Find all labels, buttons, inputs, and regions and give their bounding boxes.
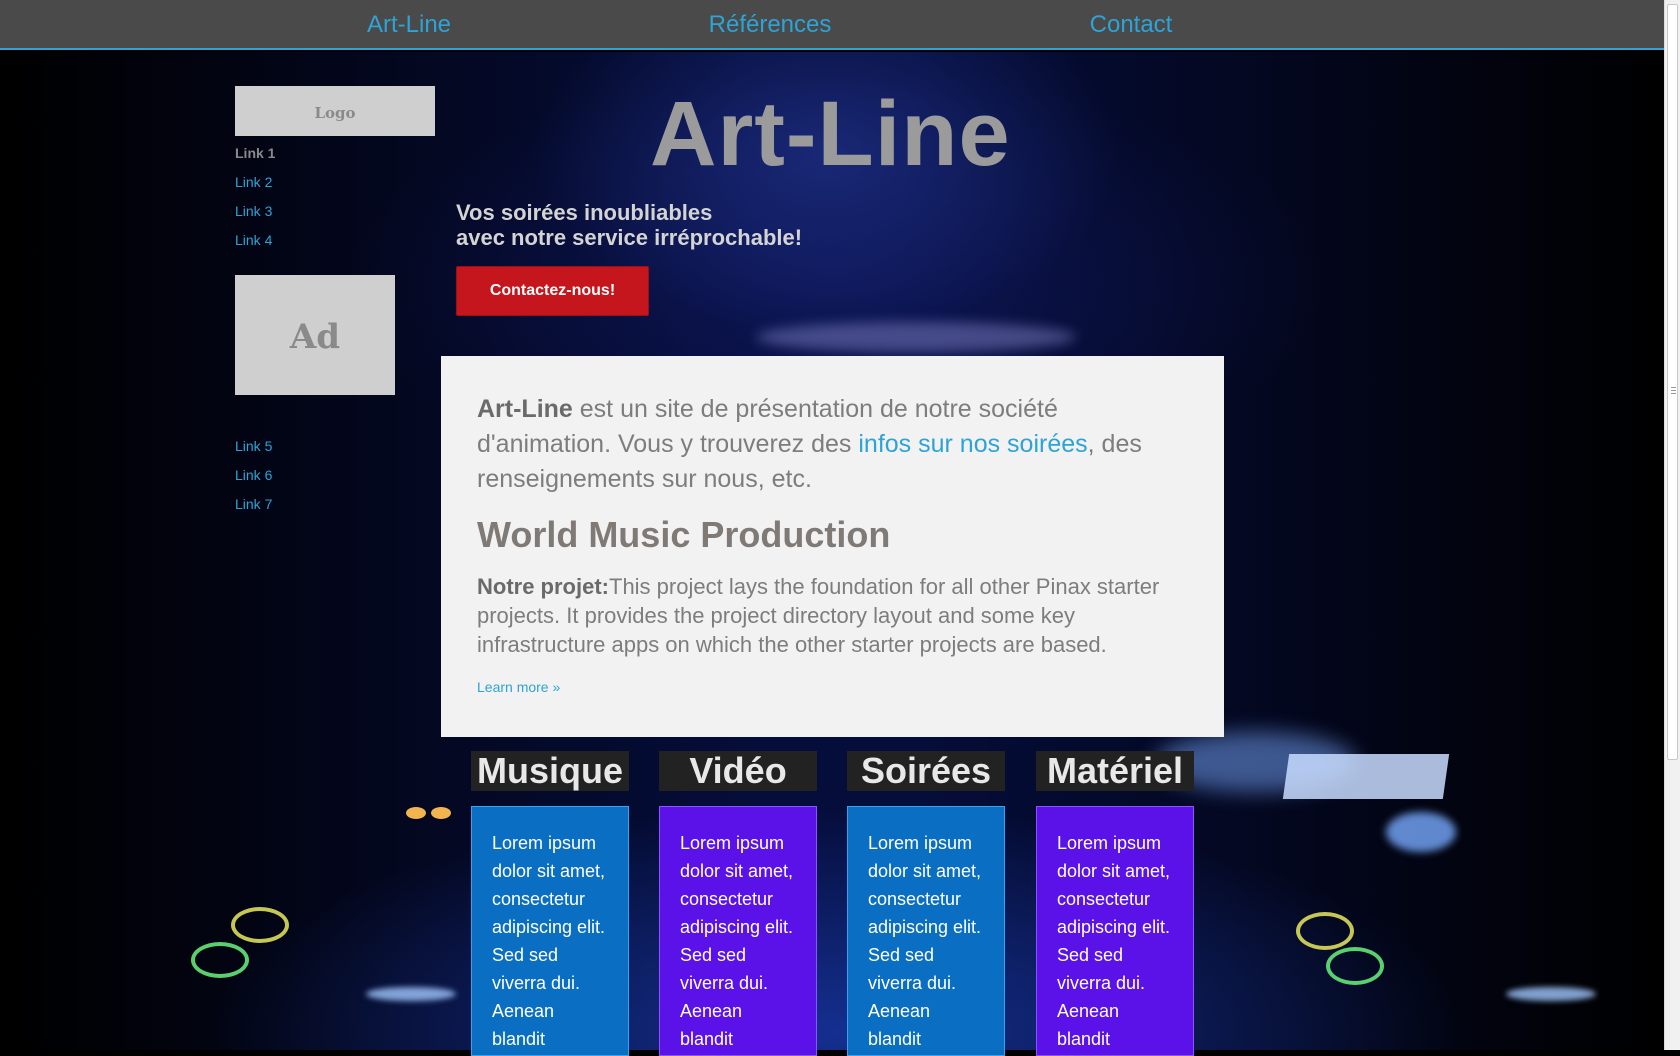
column-body-video: Lorem ipsum dolor sit amet, consectetur … [659, 806, 817, 1056]
column-title-video: Vidéo [659, 751, 817, 791]
scrollbar-thumb[interactable] [1667, 4, 1678, 760]
intro-card: Art-Line est un site de présentation de … [441, 356, 1224, 737]
column-body-materiel: Lorem ipsum dolor sit amet, consectetur … [1036, 806, 1194, 1056]
intro-paragraph: Art-Line est un site de présentation de … [477, 392, 1187, 497]
project-label: Notre projet: [477, 574, 609, 599]
column-body-soirees: Lorem ipsum dolor sit amet, consectetur … [847, 806, 1005, 1056]
column-title-materiel: Matériel [1036, 751, 1194, 791]
column-title-musique: Musique [471, 751, 629, 791]
hero-title: Art-Line [650, 83, 1011, 185]
section-heading: World Music Production [477, 514, 891, 555]
hero-tagline: Vos soirées inoubliables avec notre serv… [456, 200, 802, 250]
logo-placeholder[interactable]: Logo [235, 86, 435, 136]
tagline-line-1: Vos soirées inoubliables [456, 200, 713, 225]
intro-brand: Art-Line [477, 395, 573, 423]
project-paragraph: Notre projet:This project lays the found… [477, 572, 1187, 659]
column-body-musique: Lorem ipsum dolor sit amet, consectetur … [471, 806, 629, 1056]
tagline-line-2: avec notre service irréprochable! [456, 225, 803, 250]
nav-link-art-line[interactable]: Art-Line [367, 11, 451, 39]
sidebar-link-7[interactable]: Link 7 [235, 496, 272, 512]
learn-more-link[interactable]: Learn more » [477, 679, 560, 695]
sidebar-link-5[interactable]: Link 5 [235, 438, 272, 454]
soirees-info-link[interactable]: infos sur nos soirées [858, 430, 1087, 458]
sidebar-link-6[interactable]: Link 6 [235, 467, 272, 483]
top-navbar: Art-Line Références Contact [0, 0, 1664, 50]
column-title-soirees: Soirées [847, 751, 1005, 791]
sidebar-link-3[interactable]: Link 3 [235, 203, 272, 219]
sidebar-link-1[interactable]: Link 1 [235, 145, 275, 161]
sidebar-link-4[interactable]: Link 4 [235, 232, 272, 248]
contact-us-button[interactable]: Contactez-nous! [456, 266, 649, 316]
page-scrollbar[interactable] [1664, 0, 1680, 1050]
sidebar-link-2[interactable]: Link 2 [235, 174, 272, 190]
nav-link-contact[interactable]: Contact [1090, 11, 1173, 39]
ad-placeholder: Ad [235, 275, 395, 395]
nav-link-references[interactable]: Références [709, 11, 832, 39]
